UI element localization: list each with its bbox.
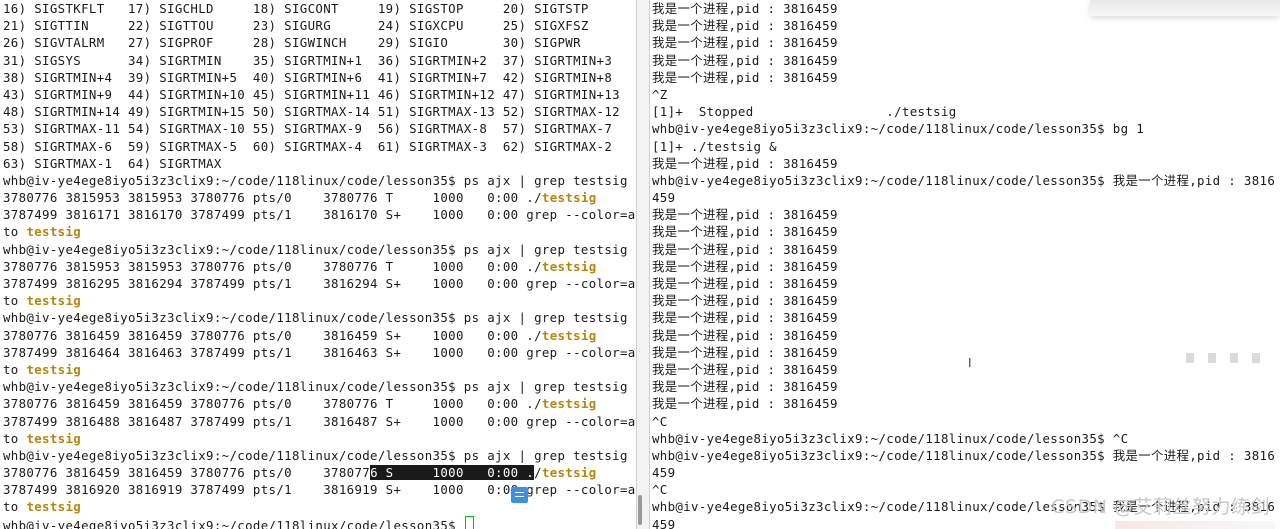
- wrapped-text: to: [3, 293, 27, 309]
- terminal-line: 我是一个进程,pid : 3816459: [652, 379, 838, 395]
- terminal-line: 38) SIGRTMIN+4 39) SIGRTMIN+5 40) SIGRTM…: [3, 69, 613, 85]
- ps-output-line: 3787499 3816295 3816294 3787499 pts/1 38…: [3, 276, 636, 291]
- ps-output-line: 3787499 3816171 3816170 3787499 pts/1 38…: [3, 207, 636, 223]
- ps-line-text: /: [534, 465, 542, 481]
- i-beam-icon: I: [968, 356, 972, 370]
- terminal-line: 我是一个进程,pid : 3816459: [652, 18, 838, 34]
- terminal-line: 53) SIGRTMAX-11 54) SIGRTMAX-10 55) SIGR…: [3, 121, 613, 137]
- ps-output-line: 3787499 3816488 3816487 3787499 pts/1 38…: [3, 413, 636, 429]
- shell-prompt-line: whb@iv-ye4ege8iyo5i3z3clix9:~/code/118li…: [3, 310, 628, 326]
- faded-toolbar: [1110, 348, 1260, 368]
- grep-match: testsig: [26, 224, 82, 240]
- right-terminal-output: 我是一个进程,pid : 3816459 我是一个进程,pid : 381645…: [652, 0, 1275, 529]
- pane-divider[interactable]: [636, 0, 650, 529]
- toolbar-glyph-icon: [1208, 353, 1216, 363]
- ps-output-line: 3780776 3816459 3816459 3780776 pts/0 38…: [3, 327, 636, 344]
- terminal-line: 我是一个进程,pid : 3816459: [652, 241, 838, 257]
- shell-prompt-line: whb@iv-ye4ege8iyo5i3z3clix9:~/code/118li…: [652, 447, 1276, 463]
- scrollbar-thumb[interactable]: [638, 495, 642, 525]
- grep-match: testsig: [541, 258, 597, 274]
- terminal-line: ^C: [652, 413, 668, 429]
- shell-prompt-line: whb@iv-ye4ege8iyo5i3z3clix9:~/code/118li…: [652, 121, 1145, 137]
- terminal-line: 我是一个进程,pid : 3816459: [652, 155, 838, 171]
- terminal-line: 26) SIGVTALRM 27) SIGPROF 28) SIGWINCH 2…: [3, 35, 581, 51]
- overlay-panel: [1090, 0, 1280, 16]
- grep-match: testsig: [541, 190, 597, 206]
- wrapped-text: to: [3, 224, 27, 240]
- shell-prompt-line: whb@iv-ye4ege8iyo5i3z3clix9:~/code/118li…: [3, 241, 628, 257]
- wrapped-line: to testsig: [3, 498, 636, 515]
- terminal-line: 31) SIGSYS 34) SIGRTMIN 35) SIGRTMIN+1 3…: [3, 52, 613, 68]
- shell-prompt-line: whb@iv-ye4ege8iyo5i3z3clix9:~/code/118li…: [3, 172, 628, 188]
- terminal-line: 我是一个进程,pid : 3816459: [652, 224, 838, 240]
- wrapped-line: to testsig: [3, 430, 636, 447]
- grep-match: testsig: [26, 361, 82, 377]
- grep-match: testsig: [541, 327, 597, 343]
- watermark: CSDN @艾莉丝努力练剑: [1051, 496, 1270, 518]
- terminal-line: 我是一个进程,pid : 3816459: [652, 276, 838, 291]
- terminal-line: [1]+ Stopped ./testsig: [652, 104, 957, 120]
- shell-prompt-line: whb@iv-ye4ege8iyo5i3z3clix9:~/code/118li…: [3, 447, 628, 463]
- ps-output-line: 3787499 3816920 3816919 3787499 pts/1 38…: [3, 482, 636, 498]
- terminal-line: 我是一个进程,pid : 3816459: [652, 35, 838, 51]
- wrapped-line: 459: [652, 190, 676, 206]
- terminal-line: 我是一个进程,pid : 3816459: [652, 310, 838, 326]
- terminal-line: 43) SIGRTMIN+9 44) SIGRTMIN+10 45) SIGRT…: [3, 86, 620, 102]
- terminal-line: 63) SIGRTMAX-1 64) SIGRTMAX: [3, 155, 222, 171]
- wrapped-line: 459: [652, 465, 676, 481]
- terminal-line: 我是一个进程,pid : 3816459: [652, 293, 838, 309]
- ps-line-text: 3780776 3816459 3816459 3780776 pts/0 38…: [3, 327, 542, 343]
- grep-match: testsig: [541, 465, 597, 481]
- terminal-line: 16) SIGSTKFLT 17) SIGCHLD 18) SIGCONT 19…: [3, 1, 589, 16]
- grep-match: testsig: [541, 396, 597, 412]
- ps-line-text: 3780776 3816459 3816459 3780776 pts/0 37…: [3, 396, 542, 412]
- terminal-line: [1]+ ./testsig &: [652, 138, 777, 154]
- wrapped-text: to: [3, 499, 27, 515]
- wrapped-text: to: [3, 361, 27, 377]
- terminal-line: 我是一个进程,pid : 3816459: [652, 207, 838, 223]
- terminal-line: 我是一个进程,pid : 3816459: [652, 52, 838, 68]
- terminal-line: 我是一个进程,pid : 3816459: [652, 258, 838, 274]
- ps-output-line: 3787499 3816464 3816463 3787499 pts/1 38…: [3, 344, 636, 360]
- wrapped-line: to testsig: [3, 223, 636, 240]
- ps-output-line[interactable]: 3780776 3816459 3816459 3780776 pts/0 37…: [3, 464, 636, 481]
- grep-match: testsig: [26, 430, 82, 446]
- shell-prompt-line[interactable]: whb@iv-ye4ege8iyo5i3z3clix9:~/code/118li…: [3, 515, 636, 529]
- terminal-line: 我是一个进程,pid : 3816459: [652, 69, 838, 85]
- wrapped-text: to: [3, 430, 27, 446]
- toolbar-glyph-icon: [1230, 353, 1238, 363]
- ps-line-text: 3780776 3815953 3815953 3780776 pts/0 37…: [3, 190, 542, 206]
- shell-prompt-line: whb@iv-ye4ege8iyo5i3z3clix9:~/code/118li…: [3, 379, 628, 395]
- right-terminal-pane[interactable]: 我是一个进程,pid : 3816459 我是一个进程,pid : 381645…: [650, 0, 1280, 529]
- shell-prompt-line: whb@iv-ye4ege8iyo5i3z3clix9:~/code/118li…: [652, 172, 1276, 188]
- terminal-line: 58) SIGRTMAX-6 59) SIGRTMAX-5 60) SIGRTM…: [3, 138, 613, 154]
- shell-prompt-line: whb@iv-ye4ege8iyo5i3z3clix9:~/code/118li…: [652, 430, 1129, 446]
- terminal-cursor: [464, 515, 474, 529]
- terminal-line: 48) SIGRTMIN+14 49) SIGRTMIN+15 50) SIGR…: [3, 104, 620, 120]
- taskbar-hint: [1115, 521, 1275, 529]
- terminal-line: 21) SIGTTIN 22) SIGTTOU 23) SIGURG 24) S…: [3, 18, 589, 34]
- terminal-line: 我是一个进程,pid : 3816459: [652, 396, 838, 412]
- toolbar-glyph-icon: [1252, 353, 1260, 363]
- grep-match: testsig: [26, 499, 82, 515]
- text-selection[interactable]: 6 S 1000 0:00 .: [370, 465, 535, 481]
- ps-output-line: 3780776 3815953 3815953 3780776 pts/0 37…: [3, 189, 636, 206]
- ps-line-text: 3780776 3815953 3815953 3780776 pts/0 37…: [3, 258, 542, 274]
- toolbar-glyph-icon: [1186, 353, 1194, 363]
- ps-output-line: 3780776 3816459 3816459 3780776 pts/0 37…: [3, 395, 636, 412]
- ps-output-line: 3780776 3815953 3815953 3780776 pts/0 37…: [3, 258, 636, 275]
- wrapped-line: to testsig: [3, 292, 636, 309]
- terminal-line: ^Z: [652, 86, 668, 102]
- edit-toolbar-icon[interactable]: [511, 487, 528, 503]
- wrapped-line: to testsig: [3, 361, 636, 378]
- grep-match: testsig: [26, 293, 82, 309]
- prompt-text: whb@iv-ye4ege8iyo5i3z3clix9:~/code/118li…: [3, 517, 464, 529]
- ps-line-text: 3780776 3816459 3816459 3780776 pts/0 37…: [3, 465, 371, 481]
- left-terminal-output: 16) SIGSTKFLT 17) SIGCHLD 18) SIGCONT 19…: [3, 0, 636, 529]
- left-terminal-pane[interactable]: 16) SIGSTKFLT 17) SIGCHLD 18) SIGCONT 19…: [0, 0, 636, 529]
- terminal-line: 我是一个进程,pid : 3816459: [652, 327, 838, 343]
